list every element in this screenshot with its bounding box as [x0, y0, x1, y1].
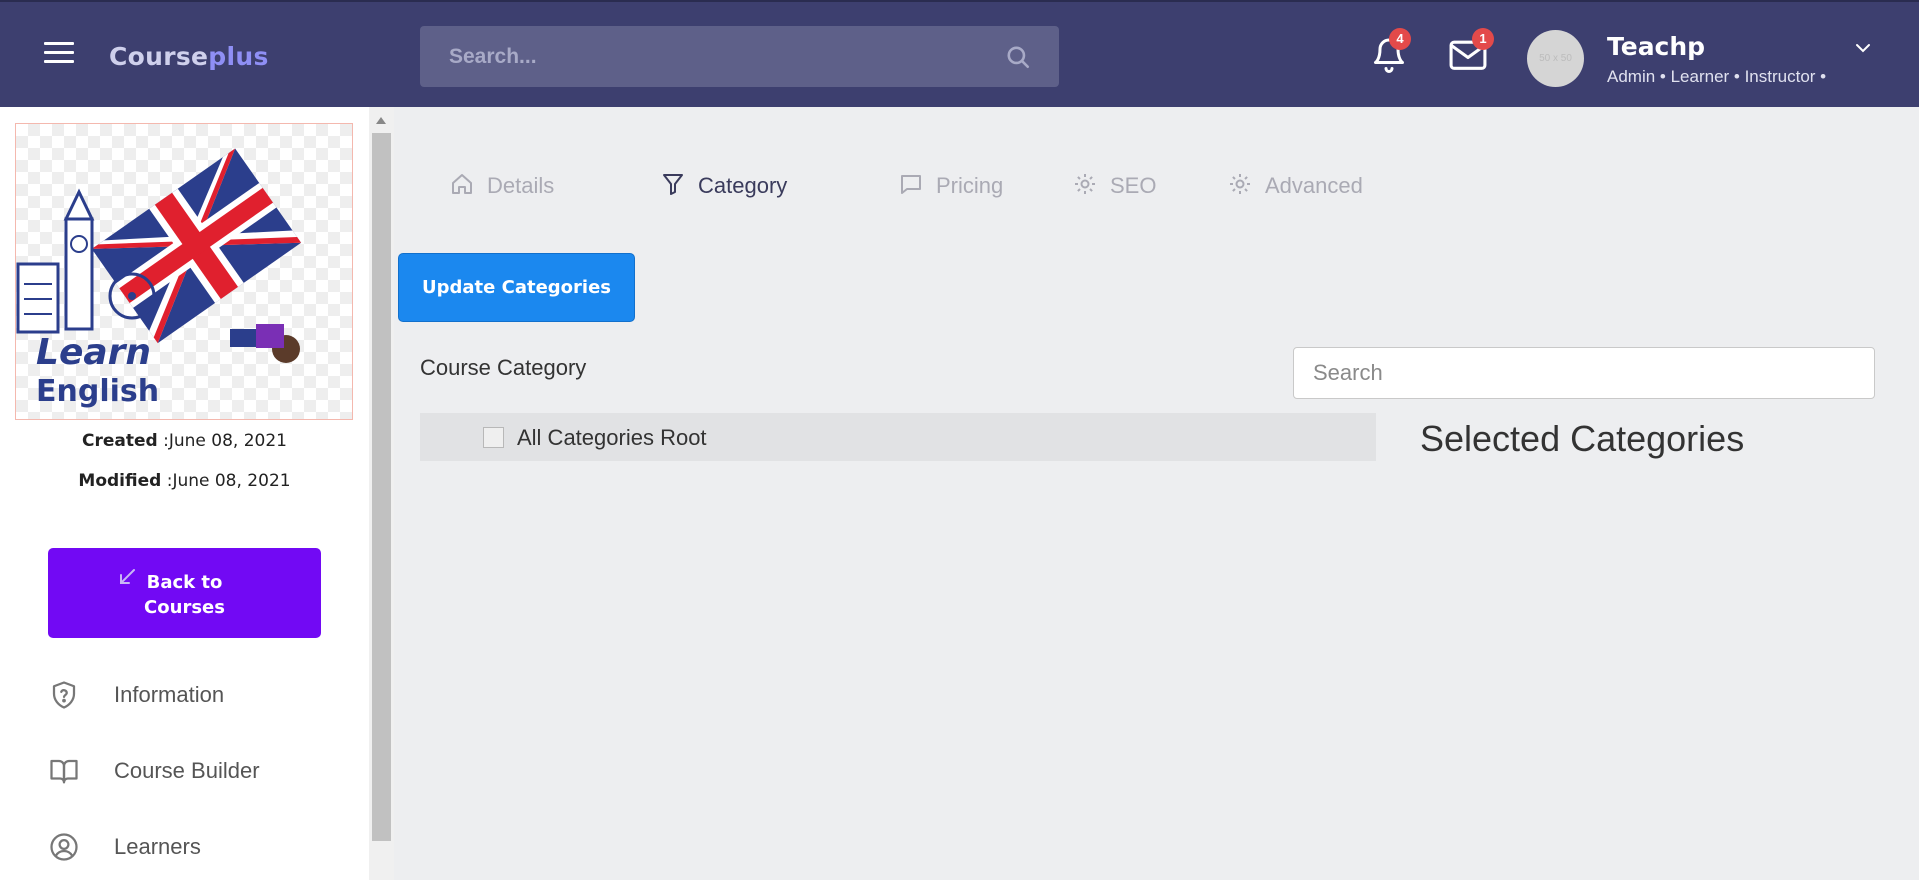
category-checkbox[interactable]	[483, 427, 504, 448]
sidebar-item-course-builder[interactable]: Course Builder	[0, 741, 369, 801]
update-categories-button[interactable]: Update Categories	[398, 253, 635, 322]
scroll-up-arrow[interactable]	[376, 117, 386, 124]
scroll-thumb[interactable]	[372, 133, 391, 841]
home-icon	[452, 174, 472, 194]
app-logo[interactable]: Courseplus	[109, 42, 269, 71]
search-icon[interactable]	[1005, 44, 1031, 70]
sidebar-item-information[interactable]: Information	[0, 665, 369, 725]
back-to-courses-button[interactable]: Back to Courses	[48, 548, 321, 638]
notifications-button[interactable]: 4	[1367, 28, 1417, 83]
filter-icon	[663, 174, 683, 195]
sidebar-item-label: Learners	[114, 834, 201, 859]
sidebar-item-learners[interactable]: Learners	[0, 817, 369, 877]
top-header: Courseplus 4 1 50 x 50 Teachp Admin • Le…	[0, 0, 1919, 107]
tab-label: Details	[487, 173, 555, 198]
global-search-input[interactable]	[420, 26, 1059, 87]
selected-categories-title: Selected Categories	[1420, 418, 1745, 459]
course-image-line2: English	[36, 374, 159, 409]
course-thumbnail: Learn English	[15, 123, 353, 420]
category-tree-root[interactable]: All Categories Root	[420, 413, 1376, 461]
created-value: :June 08, 2021	[157, 431, 287, 451]
messages-button[interactable]: 1	[1446, 28, 1496, 83]
user-circle-icon	[50, 833, 78, 861]
course-image-line1: Learn	[36, 332, 151, 373]
shield-question-icon	[52, 681, 76, 709]
global-search	[420, 26, 1059, 87]
created-label: Created	[82, 431, 158, 451]
category-search	[1293, 347, 1875, 399]
sidebar-item-label: Information	[114, 682, 225, 707]
created-date: Created :June 08, 2021	[0, 431, 369, 451]
notifications-badge: 4	[1389, 28, 1411, 50]
user-name[interactable]: Teachp	[1607, 32, 1705, 61]
category-root-label: All Categories Root	[517, 425, 707, 450]
chevron-down-icon[interactable]	[1852, 40, 1874, 56]
messages-badge: 1	[1472, 28, 1494, 50]
menu-icon[interactable]	[44, 42, 76, 66]
tab-label: Advanced	[1265, 173, 1363, 198]
modified-date: Modified :June 08, 2021	[0, 471, 369, 491]
sidebar-item-label: Course Builder	[114, 758, 260, 783]
category-search-input[interactable]	[1294, 348, 1874, 398]
sidebar-scrollbar[interactable]	[369, 107, 394, 880]
avatar[interactable]: 50 x 50	[1527, 30, 1584, 87]
gear-icon	[1075, 174, 1095, 194]
sidebar: Learn English Created :June 08, 2021 Mod…	[0, 107, 369, 880]
book-open-icon	[50, 759, 78, 784]
logo-text-accent: plus	[208, 42, 269, 71]
modified-value: :June 08, 2021	[161, 471, 291, 491]
tab-label: Pricing	[936, 173, 1004, 198]
course-illustration: Learn English	[16, 148, 302, 409]
modified-label: Modified	[78, 471, 162, 491]
tab-label: SEO	[1110, 173, 1157, 198]
gear-icon	[1230, 174, 1250, 194]
logo-text-main: Course	[109, 42, 209, 71]
chat-icon	[901, 175, 921, 194]
user-roles: Admin • Learner • Instructor •	[1607, 67, 1827, 86]
back-to-courses-label: Back to Courses	[144, 572, 225, 618]
course-category-title: Course Category	[420, 355, 587, 380]
tab-label: Category	[698, 173, 788, 198]
